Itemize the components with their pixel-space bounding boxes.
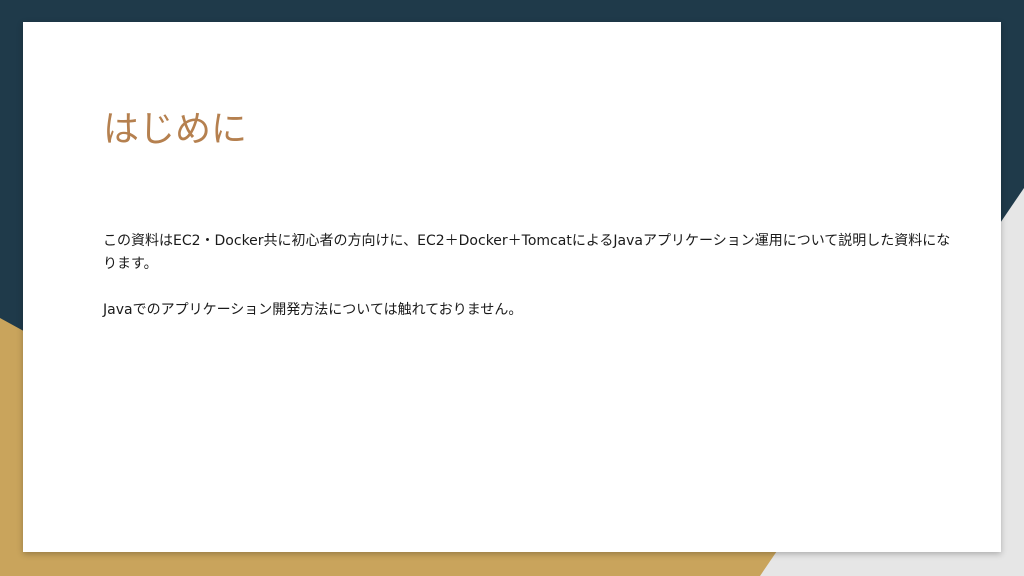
slide-body: この資料はEC2・Docker共に初心者の方向けに、EC2＋Docker＋Tom… (103, 230, 953, 322)
intro-paragraph: この資料はEC2・Docker共に初心者の方向けに、EC2＋Docker＋Tom… (103, 233, 951, 272)
note-paragraph: Javaでのアプリケーション開発方法については触れておりません。 (103, 302, 523, 318)
slide-frame: はじめに この資料はEC2・Docker共に初心者の方向けに、EC2＋Docke… (0, 0, 1024, 576)
slide-card: はじめに この資料はEC2・Docker共に初心者の方向けに、EC2＋Docke… (23, 22, 1001, 552)
slide-title: はじめに (103, 109, 248, 150)
